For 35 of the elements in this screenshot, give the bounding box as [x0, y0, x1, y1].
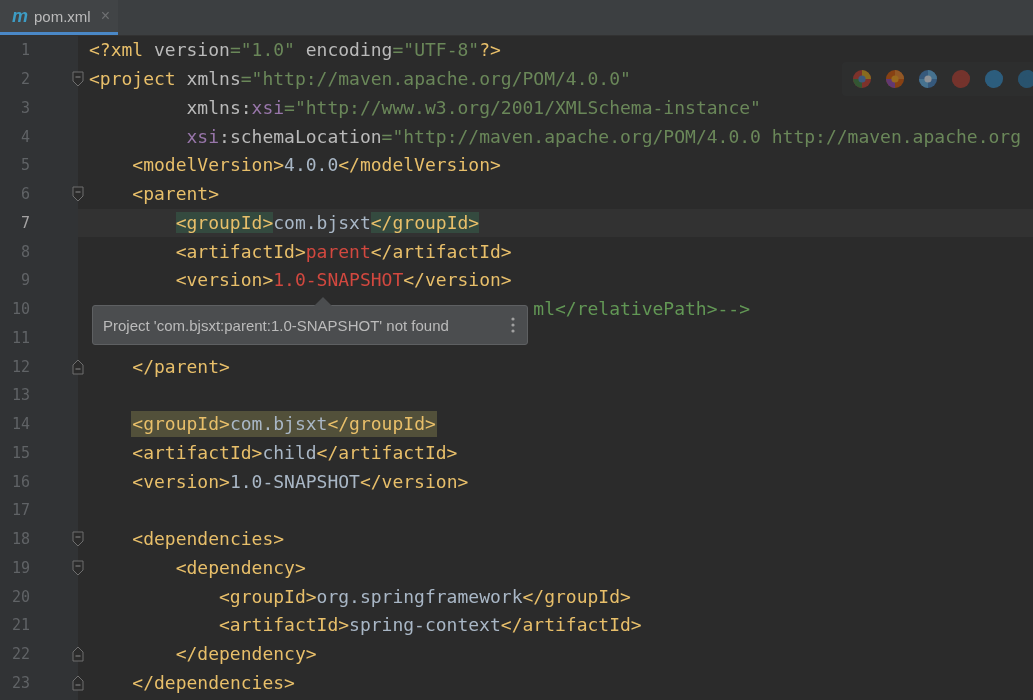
code-line: ml</relativePath>-->	[532, 297, 752, 322]
code-line: <?xml version="1.0" encoding="UTF-8"?>	[88, 38, 502, 63]
code-line: <groupId>com.bjsxt</groupId>	[174, 210, 481, 235]
code-line: <project xmlns="http://maven.apache.org/POM/4.0.0"	[88, 67, 632, 92]
browser-icon[interactable]	[852, 69, 872, 89]
code-line: </parent>	[131, 354, 231, 379]
code-line: <modelVersion>4.0.0</modelVersion>	[131, 153, 502, 178]
code-line: <version>1.0-SNAPSHOT</version>	[131, 469, 470, 494]
fold-icon[interactable]	[72, 559, 84, 576]
code-line: <groupId>org.springframework</groupId>	[218, 584, 632, 609]
unfold-icon[interactable]	[72, 358, 84, 375]
code-line: xmlns:xsi="http://www.w3.org/2001/XMLSchema-instance"	[185, 95, 762, 120]
fold-icon[interactable]	[72, 71, 84, 88]
code-line: <dependencies>	[131, 527, 286, 552]
maven-icon: m	[12, 5, 28, 27]
line-number: 7	[19, 213, 30, 232]
code-line: <artifactId>spring-context</artifactId>	[218, 613, 643, 638]
code-line: <parent>	[131, 182, 221, 207]
code-line: <artifactId>child</artifactId>	[131, 440, 459, 465]
fold-icon[interactable]	[72, 186, 84, 203]
browser-icon[interactable]	[885, 69, 905, 89]
fold-icon[interactable]	[72, 531, 84, 548]
unfold-icon[interactable]	[72, 646, 84, 663]
code-line: <dependency>	[174, 555, 307, 580]
browser-icon[interactable]	[918, 69, 938, 89]
code-line: xsi:schemaLocation="http://maven.apache.org/POM/4.0.0 http://maven.apache.org	[185, 124, 1022, 149]
tooltip-message: Project 'com.bjsxt:parent:1.0-SNAPSHOT' not found	[103, 316, 449, 334]
more-icon[interactable]	[511, 317, 515, 333]
file-tab[interactable]: m pom.xml ×	[0, 0, 119, 35]
browser-icon[interactable]	[984, 69, 1004, 89]
unfold-icon[interactable]	[72, 674, 84, 691]
code-line: </dependency>	[174, 642, 318, 667]
code-line: <artifactId>parent</artifactId>	[174, 239, 513, 264]
code-line: <version>1.0-SNAPSHOT</version>	[174, 268, 513, 293]
code-line: </dependencies>	[131, 670, 296, 695]
